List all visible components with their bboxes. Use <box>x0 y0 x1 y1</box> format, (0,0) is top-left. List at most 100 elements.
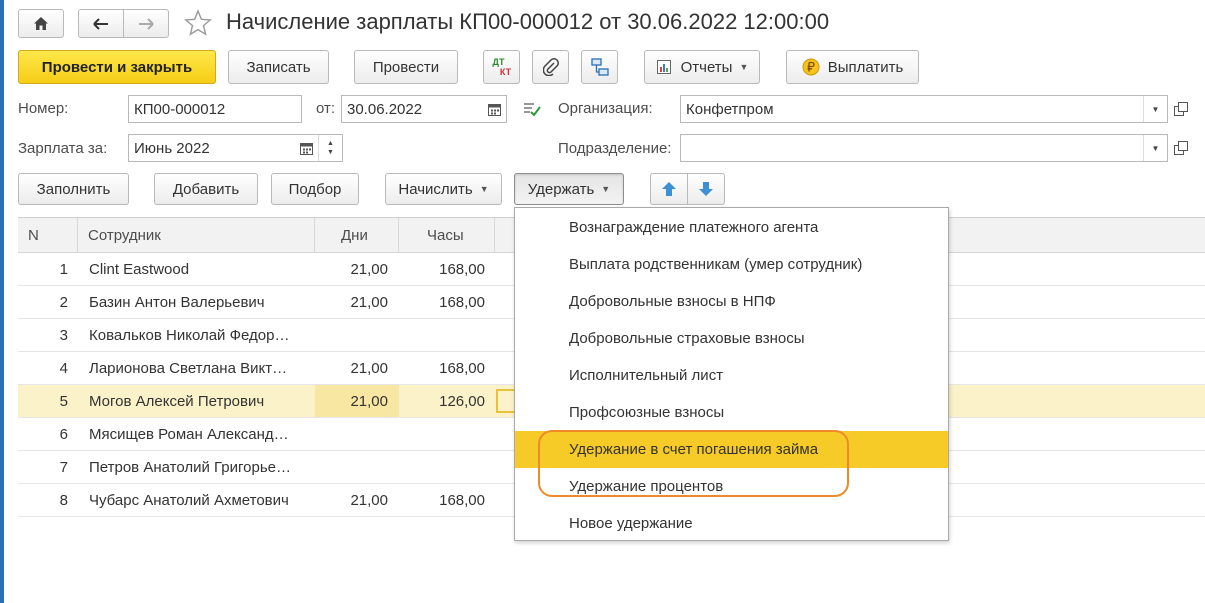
chevron-down-icon: ▼ <box>1151 104 1160 114</box>
menu-item-interest-deduction[interactable]: Удержание процентов <box>515 468 948 505</box>
hours-value: 168,00 <box>439 260 485 278</box>
column-header-employee[interactable]: Сотрудник <box>78 218 315 252</box>
back-button[interactable] <box>78 9 124 38</box>
menu-item-union-dues[interactable]: Профсоюзные взносы <box>515 394 948 431</box>
period-spinner[interactable]: ▲ ▼ <box>318 135 342 161</box>
menu-item-npf-contributions[interactable]: Добровольные взносы в НПФ <box>515 283 948 320</box>
employee-name: Чубарс Анатолий Ахметович <box>89 491 289 509</box>
organization-value: Конфетпром <box>686 100 774 118</box>
chevron-down-icon: ▼ <box>1151 143 1160 153</box>
deduct-button[interactable]: Удержать ▼ <box>514 173 624 205</box>
spin-up-icon[interactable]: ▲ <box>327 139 334 148</box>
open-department-icon[interactable] <box>1174 141 1188 155</box>
dt-kt-button[interactable]: ДТ КТ <box>483 50 520 84</box>
move-down-button[interactable] <box>687 173 725 205</box>
reports-button[interactable]: Отчеты ▼ <box>644 50 760 84</box>
number-label: Номер: <box>18 100 69 117</box>
menu-item-insurance-contributions[interactable]: Добровольные страховые взносы <box>515 320 948 357</box>
deduct-label: Удержать <box>527 180 595 198</box>
row-number: 5 <box>59 392 68 410</box>
employee-name: Могов Алексей Петрович <box>89 392 265 410</box>
arrow-down-icon <box>699 182 713 196</box>
structure-button[interactable] <box>581 50 618 84</box>
organization-field[interactable]: Конфетпром ▼ <box>680 95 1168 123</box>
hours-value: 168,00 <box>439 293 485 311</box>
period-field[interactable]: Июнь 2022 ▲ ▼ <box>128 134 343 162</box>
employee-name: Clint Eastwood <box>89 260 190 278</box>
calendar-icon <box>487 103 501 116</box>
hours-value: 168,00 <box>439 491 485 509</box>
chevron-down-icon: ▼ <box>739 62 749 72</box>
fill-button[interactable]: Заполнить <box>18 173 129 205</box>
reports-label: Отчеты <box>680 58 733 76</box>
home-button[interactable] <box>18 9 64 38</box>
arrow-right-icon <box>139 17 154 30</box>
favorite-star-icon[interactable] <box>184 9 212 37</box>
paperclip-icon <box>542 58 559 76</box>
page-title: Начисление зарплаты КП00-000012 от 30.06… <box>226 9 830 34</box>
menu-item-writ-of-execution[interactable]: Исполнительный лист <box>515 357 948 394</box>
days-value <box>315 418 388 450</box>
forward-button[interactable] <box>123 9 169 38</box>
menu-item-payment-agent-fee[interactable]: Вознаграждение платежного агента <box>515 209 948 246</box>
move-up-button[interactable] <box>650 173 688 205</box>
employee-name: Петров Анатолий Григорье… <box>89 458 291 476</box>
hours-value: 126,00 <box>439 392 485 410</box>
days-value: 21,00 <box>350 392 388 410</box>
employee-name: Мясищев Роман Александ… <box>89 425 289 443</box>
chevron-down-icon: ▼ <box>601 184 611 194</box>
window-edge <box>0 0 4 603</box>
department-dropdown-button[interactable]: ▼ <box>1143 135 1167 161</box>
kt-label: КТ <box>499 67 512 77</box>
date-label: от: <box>316 100 336 117</box>
calendar-icon <box>299 142 313 155</box>
accrue-button[interactable]: Начислить ▼ <box>385 173 502 205</box>
home-icon <box>34 17 48 30</box>
open-organization-icon[interactable] <box>1174 102 1188 116</box>
employee-name: Ларионова Светлана Викт… <box>89 359 288 377</box>
post-and-close-button[interactable]: Провести и закрыть <box>18 50 216 84</box>
menu-item-loan-repayment[interactable]: Удержание в счет погашения займа <box>515 431 948 468</box>
employee-name: Базин Антон Валерьевич <box>89 293 265 311</box>
post-button[interactable]: Провести <box>354 50 458 84</box>
period-calendar-button[interactable] <box>294 135 318 161</box>
pick-button[interactable]: Подбор <box>271 173 359 205</box>
menu-item-relatives-payment[interactable]: Выплата родственникам (умер сотрудник) <box>515 246 948 283</box>
spin-down-icon[interactable]: ▼ <box>327 148 334 157</box>
period-label: Зарплата за: <box>18 140 108 157</box>
hours-value: 168,00 <box>439 359 485 377</box>
arrow-up-icon <box>662 182 676 196</box>
attach-button[interactable] <box>532 50 569 84</box>
add-button[interactable]: Добавить <box>154 173 258 205</box>
row-number: 1 <box>59 260 68 278</box>
column-header-hours[interactable]: Часы <box>399 218 495 252</box>
organization-dropdown-button[interactable]: ▼ <box>1143 96 1167 122</box>
calendar-button[interactable] <box>482 96 506 122</box>
row-number: 7 <box>59 458 68 476</box>
row-number: 3 <box>59 326 68 344</box>
days-value: 21,00 <box>350 260 388 278</box>
number-value: КП00-000012 <box>134 100 226 118</box>
employee-name: Ковальков Николай Федор… <box>89 326 290 344</box>
pay-button[interactable]: Выплатить <box>786 50 919 84</box>
chevron-down-icon: ▼ <box>479 184 489 194</box>
organization-label: Организация: <box>558 100 653 117</box>
days-value <box>315 319 388 351</box>
department-field[interactable]: ▼ <box>680 134 1168 162</box>
pay-label: Выплатить <box>827 58 904 76</box>
date-field[interactable]: 30.06.2022 <box>341 95 507 123</box>
days-value: 21,00 <box>350 359 388 377</box>
column-header-days[interactable]: Дни <box>315 218 399 252</box>
hierarchy-icon <box>590 58 609 76</box>
menu-item-new-deduction[interactable]: Новое удержание <box>515 505 948 542</box>
days-value: 21,00 <box>350 293 388 311</box>
column-header-n[interactable]: N <box>18 218 78 252</box>
accrue-label: Начислить <box>398 180 473 198</box>
row-number: 2 <box>59 293 68 311</box>
document-check-icon <box>522 100 542 118</box>
write-button[interactable]: Записать <box>228 50 329 84</box>
deduct-dropdown-menu: Вознаграждение платежного агента Выплата… <box>514 207 949 541</box>
number-field[interactable]: КП00-000012 <box>128 95 302 123</box>
active-cell[interactable] <box>496 389 516 413</box>
ruble-coin-icon <box>802 58 820 76</box>
